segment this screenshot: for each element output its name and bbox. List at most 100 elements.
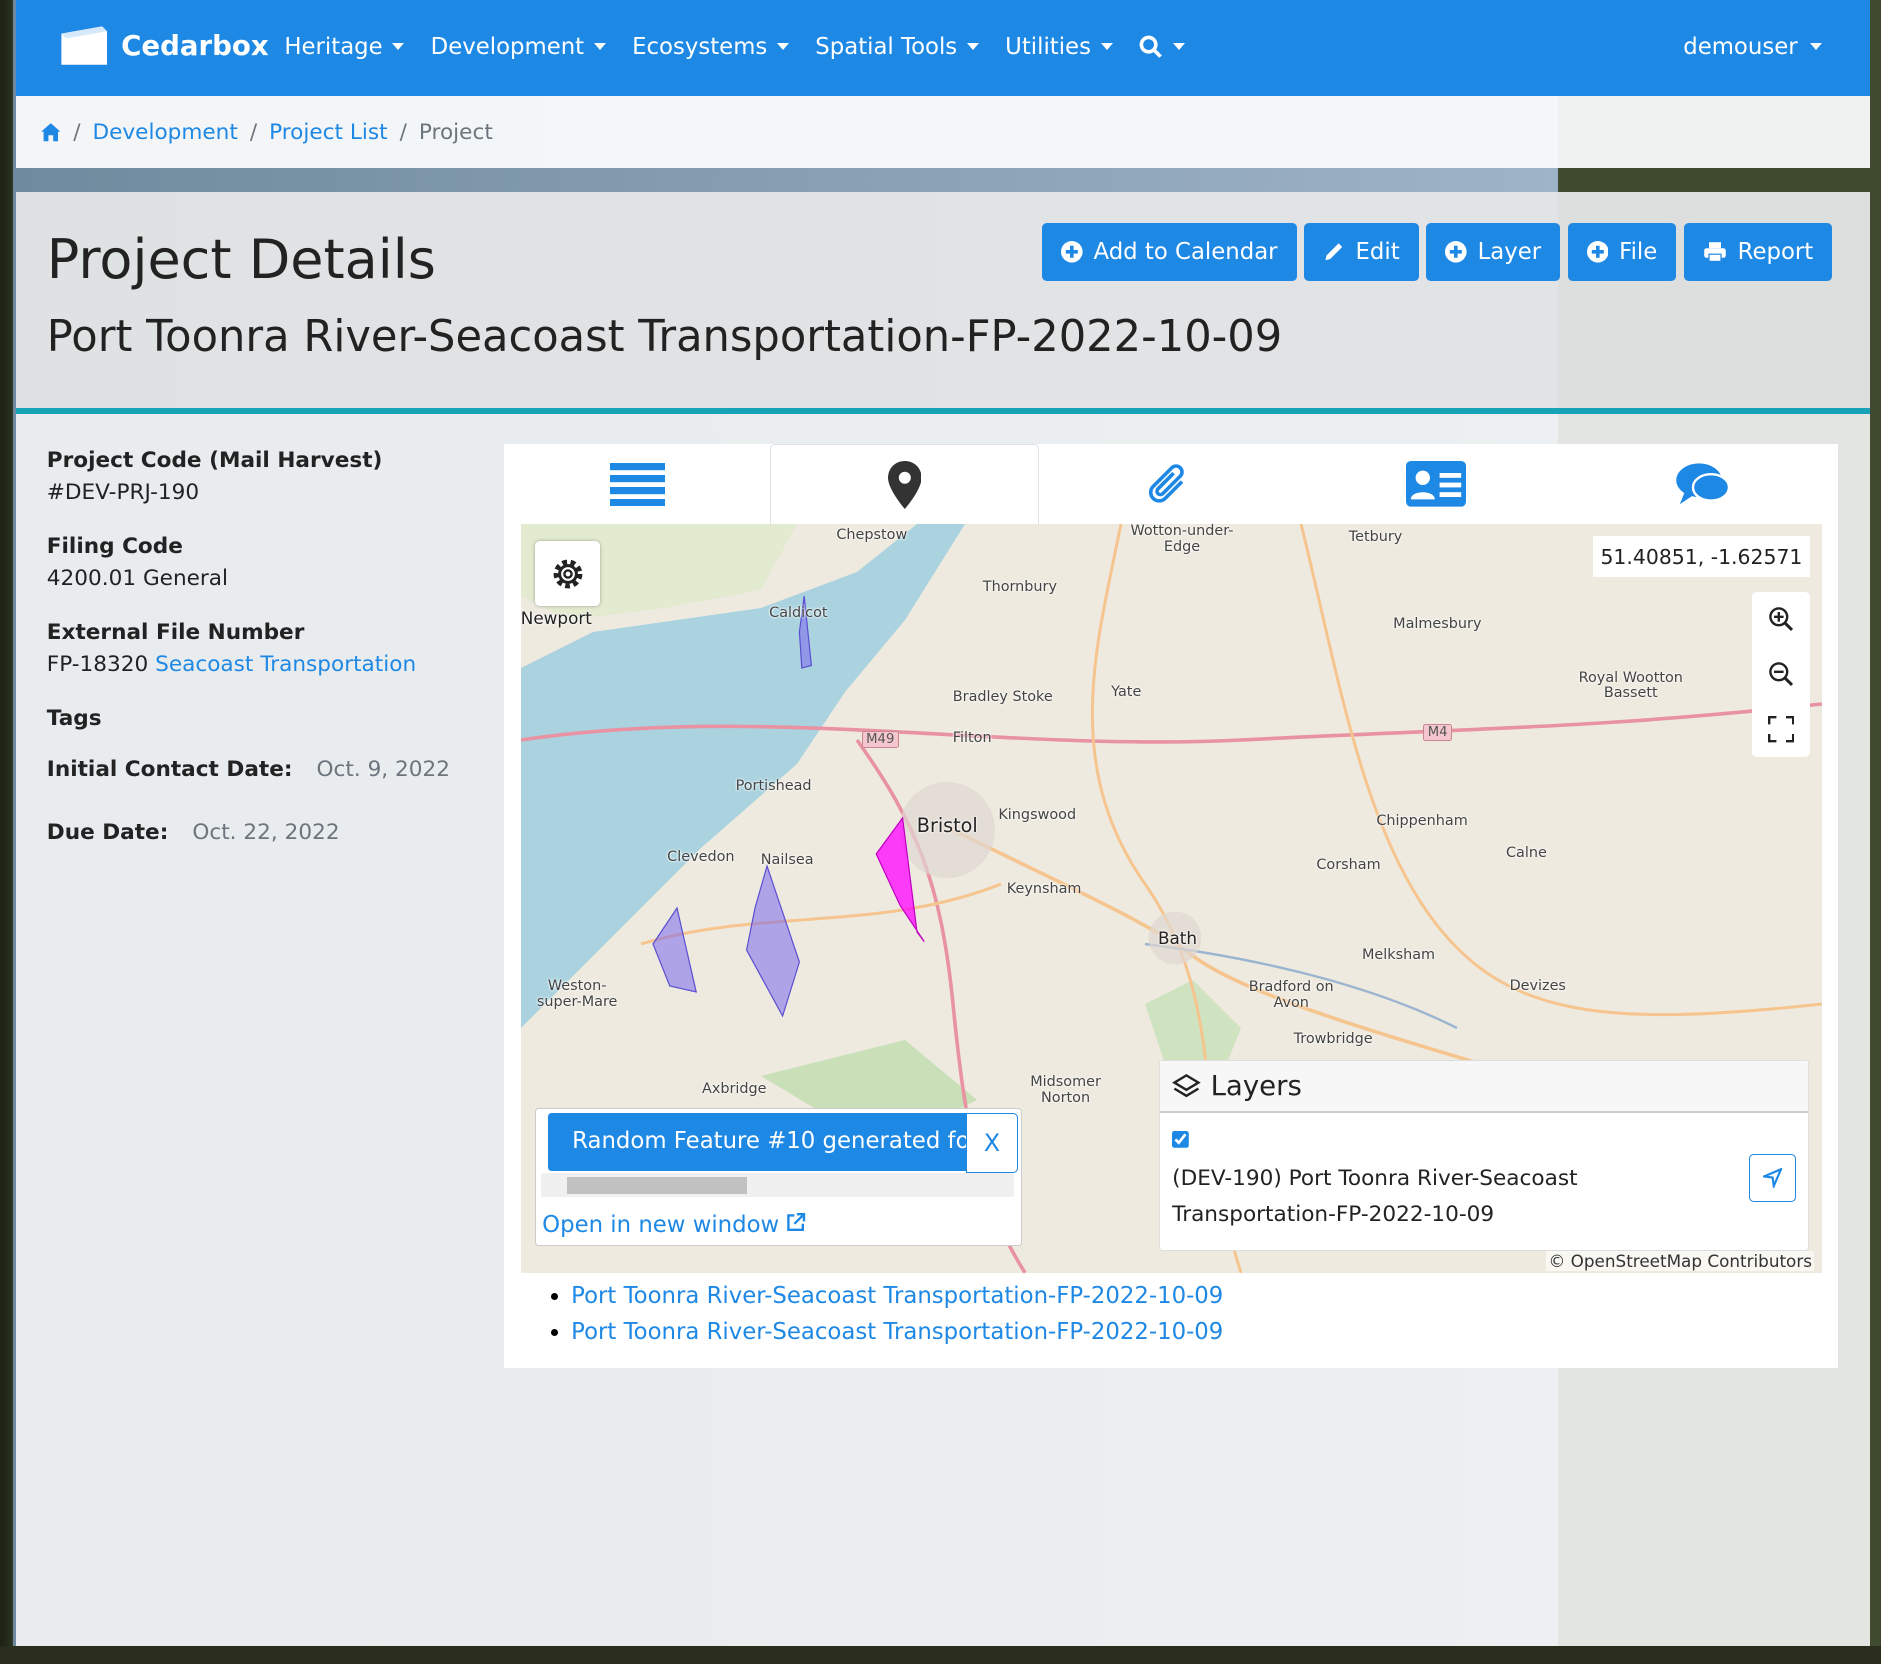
brand-logo[interactable]: Cedarbox bbox=[59, 24, 269, 67]
zoom-in-button[interactable] bbox=[1752, 592, 1810, 647]
map-place-label: Clevedon bbox=[667, 848, 735, 865]
project-polygon[interactable] bbox=[652, 906, 697, 994]
caret-down-icon bbox=[392, 43, 405, 50]
external-file-link[interactable]: Seacoast Transportation bbox=[155, 652, 416, 677]
close-popup-button[interactable]: X bbox=[965, 1113, 1019, 1173]
project-polygon[interactable] bbox=[745, 864, 800, 1018]
nav-spatial-tools[interactable]: Spatial Tools bbox=[815, 34, 979, 60]
map-place-label: Portishead bbox=[735, 777, 812, 794]
edit-button[interactable]: Edit bbox=[1303, 223, 1419, 281]
initial-contact-label: Initial Contact Date: bbox=[46, 756, 293, 782]
map-place-label: Trowbridge bbox=[1293, 1030, 1373, 1047]
nav-utilities[interactable]: Utilities bbox=[1005, 34, 1113, 60]
gear-icon bbox=[553, 559, 582, 588]
link-label: Open in new window bbox=[542, 1211, 780, 1238]
project-link[interactable]: Port Toonra River-Seacoast Transportatio… bbox=[571, 1283, 1223, 1309]
fullscreen-button[interactable] bbox=[1752, 702, 1810, 757]
nav-ecosystems[interactable]: Ecosystems bbox=[632, 34, 789, 60]
user-menu[interactable]: demouser bbox=[1683, 34, 1822, 60]
project-name: Port Toonra River-Seacoast Transportatio… bbox=[46, 312, 1283, 362]
tab-details[interactable] bbox=[504, 444, 770, 524]
page-title: Project Details bbox=[46, 228, 436, 291]
button-label: Add to Calendar bbox=[1093, 238, 1278, 265]
project-link[interactable]: Port Toonra River-Seacoast Transportatio… bbox=[571, 1319, 1223, 1345]
contact-card-icon bbox=[1406, 461, 1467, 507]
filing-code-value: 4200.01 General bbox=[46, 565, 229, 591]
layer-visibility-checkbox[interactable] bbox=[1172, 1131, 1191, 1150]
button-label: Layer bbox=[1477, 238, 1542, 265]
map-place-label: Malmesbury bbox=[1393, 615, 1482, 632]
nav-label: Heritage bbox=[284, 33, 383, 60]
horizontal-scrollbar[interactable] bbox=[540, 1173, 1014, 1198]
caret-down-icon bbox=[966, 43, 979, 50]
breadcrumb: / Development / Project List / Project bbox=[15, 96, 1870, 168]
paperclip-icon bbox=[1148, 464, 1184, 503]
project-panel: Chepstow Newport Caldicot Thornbury Wott… bbox=[503, 444, 1839, 1368]
map-place-label: Filton bbox=[952, 729, 992, 746]
home-icon[interactable] bbox=[40, 122, 62, 142]
caret-down-icon bbox=[1172, 43, 1185, 50]
fullscreen-icon bbox=[1767, 716, 1794, 743]
motorway-label: M4 bbox=[1423, 723, 1453, 741]
external-file-number: FP-18320 bbox=[46, 651, 149, 677]
map-settings-button[interactable] bbox=[535, 541, 600, 606]
tab-contacts[interactable] bbox=[1303, 444, 1569, 524]
list-item: Port Toonra River-Seacoast Transportatio… bbox=[571, 1278, 1223, 1314]
zoom-to-layer-button[interactable] bbox=[1748, 1154, 1797, 1202]
map-place-label: Bradley Stoke bbox=[952, 688, 1053, 705]
button-label: File bbox=[1619, 238, 1658, 265]
add-to-calendar-button[interactable]: Add to Calendar bbox=[1041, 223, 1297, 281]
nav-heritage[interactable]: Heritage bbox=[284, 33, 405, 60]
map-place-label: Weston-super-Mare bbox=[536, 978, 618, 1010]
pencil-icon bbox=[1325, 243, 1343, 261]
tab-files[interactable] bbox=[1037, 444, 1303, 524]
background bbox=[0, 1646, 1881, 1664]
comments-icon bbox=[1676, 463, 1731, 505]
map-view[interactable]: Chepstow Newport Caldicot Thornbury Wott… bbox=[520, 524, 1822, 1274]
due-date-value: Oct. 22, 2022 bbox=[192, 820, 340, 846]
separator: / bbox=[399, 119, 407, 145]
zoom-controls bbox=[1751, 591, 1810, 758]
layers-icon bbox=[1172, 1073, 1201, 1097]
plus-circle-icon bbox=[1445, 241, 1467, 263]
separator: / bbox=[249, 119, 258, 145]
map-place-label: Tetbury bbox=[1348, 529, 1403, 546]
breadcrumb-project-list[interactable]: Project List bbox=[269, 120, 388, 145]
map-place-label: Calne bbox=[1505, 844, 1547, 861]
map-place-label: Devizes bbox=[1509, 978, 1566, 995]
filing-code-label: Filing Code bbox=[46, 533, 183, 559]
external-file-label: External File Number bbox=[46, 619, 305, 645]
add-file-button[interactable]: File bbox=[1567, 223, 1677, 281]
map-place-label: Midsomer Norton bbox=[1030, 1074, 1101, 1106]
location-arrow-icon bbox=[1762, 1168, 1782, 1188]
nav-search[interactable] bbox=[1139, 34, 1185, 60]
caret-down-icon bbox=[1100, 43, 1113, 50]
tab-comments[interactable] bbox=[1570, 444, 1836, 524]
map-place-label: Axbridge bbox=[701, 1081, 767, 1098]
open-in-new-window-link[interactable]: Open in new window bbox=[542, 1211, 806, 1238]
add-layer-button[interactable]: Layer bbox=[1426, 223, 1561, 281]
nav-label: Development bbox=[430, 33, 585, 60]
button-label: Edit bbox=[1355, 238, 1400, 265]
report-button[interactable]: Report bbox=[1683, 223, 1833, 281]
caret-down-icon bbox=[776, 43, 789, 50]
zoom-out-button[interactable] bbox=[1752, 647, 1810, 702]
breadcrumb-development[interactable]: Development bbox=[92, 120, 237, 145]
feature-button[interactable]: Random Feature #10 generated for Port To… bbox=[548, 1113, 966, 1171]
breadcrumb-current: Project bbox=[418, 119, 493, 145]
page-header: Project Details Port Toonra River-Seacoa… bbox=[15, 192, 1870, 414]
nav-development[interactable]: Development bbox=[431, 34, 606, 60]
brand-name: Cedarbox bbox=[121, 29, 269, 63]
map-place-label: Royal Wootton Bassett bbox=[1578, 669, 1683, 702]
map-place-label: Corsham bbox=[1316, 856, 1381, 873]
feature-popup: Random Feature #10 generated for Port To… bbox=[535, 1107, 1022, 1247]
initial-contact-value: Oct. 9, 2022 bbox=[316, 756, 451, 782]
project-details: Project Code (Mail Harvest) #DEV-PRJ-190… bbox=[47, 448, 450, 884]
map-place-label: Yate bbox=[1111, 684, 1142, 701]
scrollbar-thumb[interactable] bbox=[567, 1176, 748, 1194]
map-place-label: Chepstow bbox=[836, 526, 908, 543]
map-place-label: Chippenham bbox=[1376, 812, 1468, 829]
plus-circle-icon bbox=[1586, 241, 1609, 263]
tab-map[interactable] bbox=[770, 444, 1039, 526]
list-icon bbox=[609, 462, 665, 506]
